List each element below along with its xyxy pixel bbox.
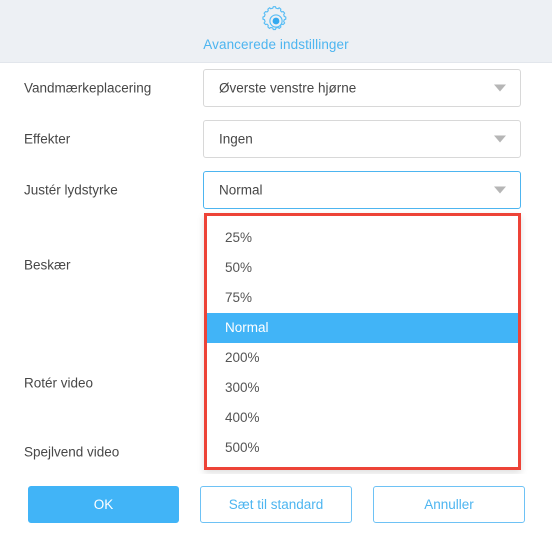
volume-dropdown-list[interactable]: 25% 50% 75% Normal 200% 300% 400% 500% [204,213,521,470]
select-watermark-position[interactable]: Øverste venstre hjørne [203,69,521,107]
select-effects-value: Ingen [219,131,253,147]
gear-icon [259,4,293,38]
select-watermark-position-value: Øverste venstre hjørne [219,80,357,96]
label-rotate-video: Rotér video [24,375,94,391]
dropdown-option-selected[interactable]: Normal [205,313,520,343]
dialog-footer: OK Sæt til standard Annuller [0,474,552,535]
label-crop: Beskær [24,257,71,273]
cancel-button[interactable]: Annuller [373,486,525,523]
dropdown-option[interactable]: 400% [205,403,520,433]
dropdown-option[interactable]: 25% [205,223,520,253]
label-flip-video: Spejlvend video [24,444,120,460]
row-adjust-volume: Justér lydstyrke Normal [0,165,552,215]
label-effects: Effekter [24,131,71,147]
row-watermark-position: Vandmærkeplacering Øverste venstre hjørn… [0,63,552,113]
label-watermark-position: Vandmærkeplacering [24,80,152,96]
label-adjust-volume: Justér lydstyrke [24,182,118,198]
select-adjust-volume[interactable]: Normal [203,171,521,209]
chevron-down-icon [494,135,506,143]
dialog-header: Avancerede indstillinger [0,0,552,63]
select-adjust-volume-value: Normal [219,182,263,198]
ok-button[interactable]: OK [28,486,179,523]
row-effects: Effekter Ingen [0,114,552,164]
chevron-down-icon [494,186,506,194]
advanced-settings-dialog: Avancerede indstillinger Vandmærkeplacer… [0,0,552,535]
select-effects[interactable]: Ingen [203,120,521,158]
dropdown-option[interactable]: 75% [205,283,520,313]
chevron-down-icon [494,84,506,92]
dropdown-option[interactable]: 200% [205,343,520,373]
dropdown-option[interactable]: 500% [205,433,520,463]
dropdown-option[interactable]: 300% [205,373,520,403]
set-default-button[interactable]: Sæt til standard [200,486,352,523]
dropdown-option[interactable]: 50% [205,253,520,283]
dialog-title: Avancerede indstillinger [203,37,349,52]
